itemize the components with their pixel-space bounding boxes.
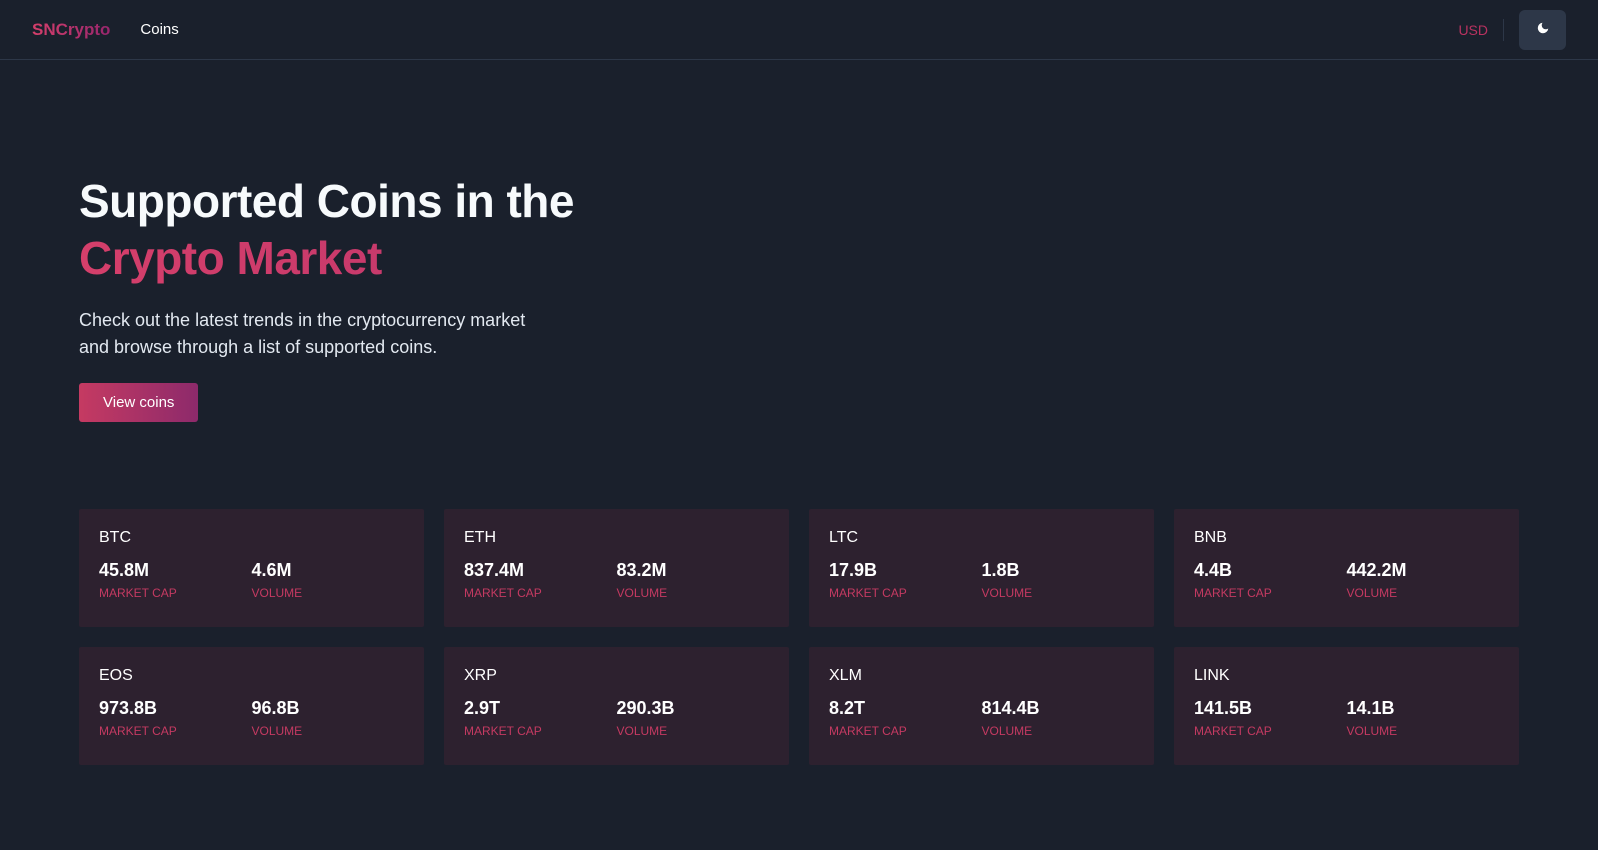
market-cap-label: MARKET CAP xyxy=(1194,724,1272,738)
coin-symbol: BNB xyxy=(1194,529,1227,546)
coin-stats: 4.4B MARKET CAP 442.2M VOLUME xyxy=(1194,560,1499,600)
market-cap-stat: 4.4B MARKET CAP xyxy=(1194,560,1347,600)
coin-symbol: XLM xyxy=(829,667,862,684)
volume-label: VOLUME xyxy=(1346,724,1398,738)
market-cap-stat: 837.4M MARKET CAP xyxy=(464,560,617,600)
market-cap-stat: 8.2T MARKET CAP xyxy=(829,698,982,738)
volume-stat: 14.1B VOLUME xyxy=(1347,698,1500,738)
market-cap-value: 8.2T xyxy=(829,698,866,718)
market-cap-label: MARKET CAP xyxy=(464,724,542,738)
market-cap-stat: 45.8M MARKET CAP xyxy=(99,560,252,600)
coin-card-eos[interactable]: EOS 973.8B MARKET CAP 96.8B VOLUME xyxy=(79,647,424,765)
market-cap-value: 973.8B xyxy=(99,698,158,718)
coin-card-bnb[interactable]: BNB 4.4B MARKET CAP 442.2M VOLUME xyxy=(1174,509,1519,627)
volume-label: VOLUME xyxy=(1346,586,1398,600)
coin-card-link[interactable]: LINK 141.5B MARKET CAP 14.1B VOLUME xyxy=(1174,647,1519,765)
volume-value: 290.3B xyxy=(616,698,675,718)
nav-link-coins[interactable]: Coins xyxy=(140,21,178,38)
market-cap-value: 2.9T xyxy=(464,698,501,718)
volume-stat: 4.6M VOLUME xyxy=(252,560,405,600)
market-cap-stat: 973.8B MARKET CAP xyxy=(99,698,252,738)
currency-selector[interactable]: USD xyxy=(1458,18,1504,41)
hero-title-accent: Crypto Market xyxy=(79,230,1519,287)
coin-card-btc[interactable]: BTC 45.8M MARKET CAP 4.6M VOLUME xyxy=(79,509,424,627)
coin-card-ltc[interactable]: LTC 17.9B MARKET CAP 1.8B VOLUME xyxy=(809,509,1154,627)
market-cap-value: 17.9B xyxy=(829,560,878,580)
volume-label: VOLUME xyxy=(616,586,668,600)
navbar: SNCrypto Coins USD xyxy=(0,0,1598,60)
market-cap-stat: 17.9B MARKET CAP xyxy=(829,560,982,600)
market-cap-label: MARKET CAP xyxy=(99,586,177,600)
coin-stats: 973.8B MARKET CAP 96.8B VOLUME xyxy=(99,698,404,738)
coin-symbol: ETH xyxy=(464,529,496,546)
coin-symbol: LTC xyxy=(829,529,859,546)
volume-value: 83.2M xyxy=(616,560,667,580)
market-cap-label: MARKET CAP xyxy=(464,586,542,600)
coin-stats: 2.9T MARKET CAP 290.3B VOLUME xyxy=(464,698,769,738)
coin-symbol: EOS xyxy=(99,667,133,684)
coin-stats: 837.4M MARKET CAP 83.2M VOLUME xyxy=(464,560,769,600)
volume-value: 4.6M xyxy=(251,560,292,580)
market-cap-stat: 141.5B MARKET CAP xyxy=(1194,698,1347,738)
view-coins-button[interactable]: View coins xyxy=(79,383,199,422)
volume-stat: 814.4B VOLUME xyxy=(982,698,1135,738)
market-cap-label: MARKET CAP xyxy=(829,586,907,600)
coin-symbol: LINK xyxy=(1194,667,1230,684)
volume-stat: 290.3B VOLUME xyxy=(617,698,770,738)
coin-symbol: BTC xyxy=(99,529,131,546)
volume-stat: 83.2M VOLUME xyxy=(617,560,770,600)
coin-symbol: XRP xyxy=(464,667,497,684)
volume-stat: 96.8B VOLUME xyxy=(252,698,405,738)
volume-label: VOLUME xyxy=(251,586,303,600)
coin-stats: 8.2T MARKET CAP 814.4B VOLUME xyxy=(829,698,1134,738)
volume-value: 96.8B xyxy=(251,698,300,718)
coin-card-eth[interactable]: ETH 837.4M MARKET CAP 83.2M VOLUME xyxy=(444,509,789,627)
volume-label: VOLUME xyxy=(616,724,668,738)
brand-logo[interactable]: SNCrypto xyxy=(32,20,110,40)
market-cap-value: 141.5B xyxy=(1194,698,1253,718)
coin-card-xlm[interactable]: XLM 8.2T MARKET CAP 814.4B VOLUME xyxy=(809,647,1154,765)
coin-card-xrp[interactable]: XRP 2.9T MARKET CAP 290.3B VOLUME xyxy=(444,647,789,765)
volume-stat: 1.8B VOLUME xyxy=(982,560,1135,600)
market-cap-label: MARKET CAP xyxy=(99,724,177,738)
volume-value: 814.4B xyxy=(981,698,1040,718)
market-cap-value: 45.8M xyxy=(99,560,150,580)
moon-icon xyxy=(1536,21,1550,38)
hero-description: Check out the latest trends in the crypt… xyxy=(79,310,526,357)
market-cap-stat: 2.9T MARKET CAP xyxy=(464,698,617,738)
nav-left: SNCrypto Coins xyxy=(32,20,179,40)
coin-grid: BTC 45.8M MARKET CAP 4.6M VOLUME ETH 837… xyxy=(79,509,1519,765)
nav-right: USD xyxy=(1458,9,1566,50)
volume-label: VOLUME xyxy=(251,724,303,738)
volume-value: 14.1B xyxy=(1346,698,1395,718)
volume-value: 1.8B xyxy=(981,560,1020,580)
market-cap-value: 837.4M xyxy=(464,560,525,580)
volume-label: VOLUME xyxy=(981,724,1033,738)
hero-section: Supported Coins in the Crypto Market Che… xyxy=(0,60,1598,422)
market-cap-label: MARKET CAP xyxy=(829,724,907,738)
coin-stats: 17.9B MARKET CAP 1.8B VOLUME xyxy=(829,560,1134,600)
coin-stats: 45.8M MARKET CAP 4.6M VOLUME xyxy=(99,560,404,600)
market-cap-value: 4.4B xyxy=(1194,560,1233,580)
volume-stat: 442.2M VOLUME xyxy=(1347,560,1500,600)
coin-stats: 141.5B MARKET CAP 14.1B VOLUME xyxy=(1194,698,1499,738)
theme-toggle-button[interactable] xyxy=(1519,9,1566,50)
volume-value: 442.2M xyxy=(1346,560,1407,580)
hero-title: Supported Coins in the Crypto Market xyxy=(79,173,1519,287)
market-cap-label: MARKET CAP xyxy=(1194,586,1272,600)
volume-label: VOLUME xyxy=(981,586,1033,600)
hero-title-line1: Supported Coins in the xyxy=(79,175,574,227)
